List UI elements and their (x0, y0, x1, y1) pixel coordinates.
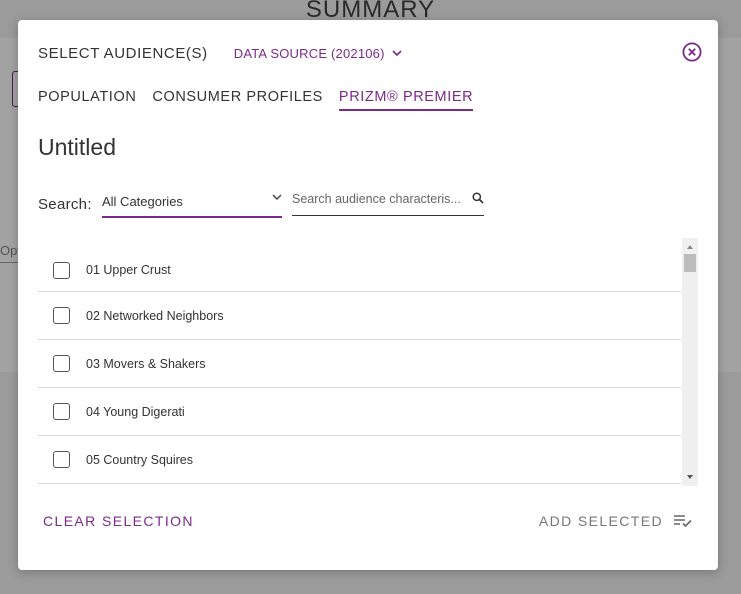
chevron-down-icon (272, 194, 282, 200)
scroll-down-arrow-icon[interactable] (682, 470, 698, 484)
data-source-dropdown[interactable]: DATA SOURCE (202106) (234, 46, 402, 61)
item-checkbox[interactable] (53, 403, 70, 420)
list-item: 05 Country Squires (38, 436, 681, 484)
tab-consumer-profiles[interactable]: CONSUMER PROFILES (152, 89, 323, 111)
item-label: 01 Upper Crust (86, 263, 171, 277)
audience-list: 01 Upper Crust 02 Networked Neighbors 03… (38, 238, 681, 484)
chevron-down-icon (392, 50, 402, 57)
item-checkbox[interactable] (53, 355, 70, 372)
item-checkbox[interactable] (53, 451, 70, 468)
list-item: 01 Upper Crust (38, 238, 681, 292)
list-item: 02 Networked Neighbors (38, 292, 681, 340)
clear-selection-button[interactable]: CLEAR SELECTION (43, 513, 194, 529)
list-item: 04 Young Digerati (38, 388, 681, 436)
item-label: 03 Movers & Shakers (86, 357, 206, 371)
scroll-thumb[interactable] (684, 254, 696, 272)
select-audience-modal: SELECT AUDIENCE(S) DATA SOURCE (202106) … (18, 20, 718, 570)
tab-prizm-premier[interactable]: PRIZM® PREMIER (338, 89, 474, 111)
tab-population[interactable]: POPULATION (38, 89, 136, 111)
category-select-value: All Categories (102, 194, 183, 209)
item-label: 04 Young Digerati (86, 405, 185, 419)
search-input[interactable] (292, 192, 470, 206)
add-list-check-icon (674, 515, 692, 528)
item-checkbox[interactable] (53, 262, 70, 279)
data-source-label: DATA SOURCE (202106) (233, 46, 385, 61)
search-box (292, 186, 484, 216)
item-label: 02 Networked Neighbors (86, 309, 224, 323)
audience-list-container: 01 Upper Crust 02 Networked Neighbors 03… (38, 238, 698, 486)
modal-header: SELECT AUDIENCE(S) DATA SOURCE (202106) (38, 45, 402, 62)
modal-title: SELECT AUDIENCE(S) (38, 45, 208, 62)
search-icon[interactable] (472, 192, 484, 204)
add-selected-label: ADD SELECTED (538, 513, 663, 529)
audience-tabs: POPULATION CONSUMER PROFILES PRIZM® PREM… (38, 89, 489, 111)
close-circle-icon[interactable] (682, 42, 702, 62)
category-select[interactable]: All Categories (102, 186, 282, 218)
item-label: 05 Country Squires (86, 453, 194, 467)
background-options-text: Opt (0, 243, 18, 263)
search-label: Search: (38, 196, 92, 213)
audience-name[interactable]: Untitled (38, 134, 116, 161)
item-checkbox[interactable] (53, 307, 70, 324)
scroll-up-arrow-icon[interactable] (682, 240, 698, 254)
list-scrollbar[interactable] (682, 238, 698, 486)
add-selected-button[interactable]: ADD SELECTED (539, 513, 693, 529)
list-item: 03 Movers & Shakers (38, 340, 681, 388)
